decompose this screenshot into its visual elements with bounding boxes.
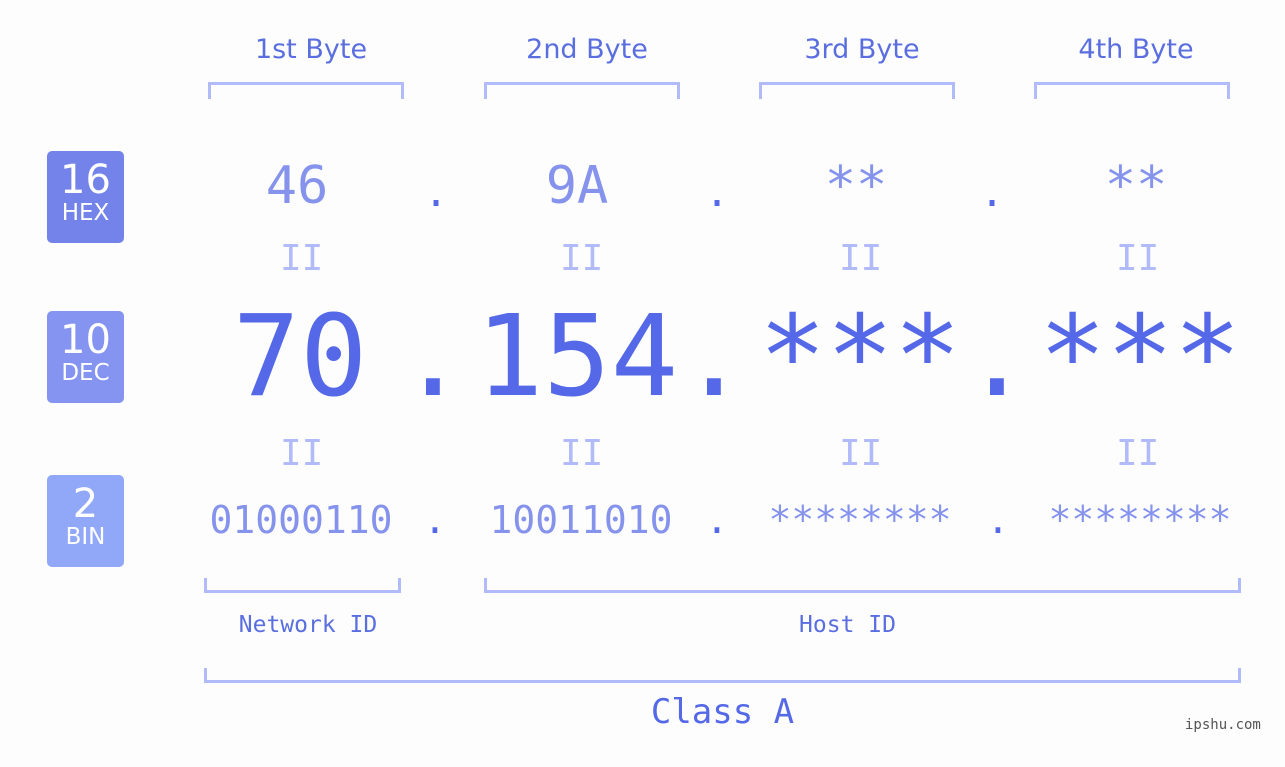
byte-header-3: 3rd Byte xyxy=(804,34,920,65)
hex-label: HEX xyxy=(61,200,110,226)
footer-watermark: ipshu.com xyxy=(1185,717,1261,733)
byte-bracket-4 xyxy=(1034,82,1230,99)
byte-header-2: 2nd Byte xyxy=(526,34,648,65)
equals-icon: II xyxy=(280,238,324,279)
host-id-label: Host ID xyxy=(799,612,896,638)
bin-byte-1: 01000110 xyxy=(209,498,393,542)
hex-base: 16 xyxy=(60,157,111,203)
equals-icon: II xyxy=(839,433,883,474)
equals-icon: II xyxy=(1116,433,1160,474)
equals-icon: II xyxy=(560,238,604,279)
network-id-label: Network ID xyxy=(238,612,378,638)
hex-separator-1: . xyxy=(423,170,449,216)
bin-byte-3: ******** xyxy=(768,498,952,542)
dec-byte-4: *** xyxy=(1038,292,1242,422)
bin-byte-4: ******** xyxy=(1048,498,1232,542)
equals-icon: II xyxy=(839,238,883,279)
bin-base: 2 xyxy=(72,481,99,527)
network-id-bracket xyxy=(204,578,401,593)
byte-bracket-2 xyxy=(484,82,680,99)
equals-icon: II xyxy=(280,433,324,474)
class-bracket xyxy=(204,668,1241,683)
dec-byte-3: *** xyxy=(758,292,962,422)
byte-bracket-3 xyxy=(759,82,955,99)
hex-separator-2: . xyxy=(704,170,730,216)
dec-label: DEC xyxy=(61,360,110,386)
bin-separator-2: . xyxy=(705,498,729,542)
dec-separator-1: . xyxy=(399,292,467,422)
equals-icon: II xyxy=(560,433,604,474)
bin-badge: 2 BIN xyxy=(47,475,124,567)
hex-separator-3: . xyxy=(979,170,1005,216)
byte-header-4: 4th Byte xyxy=(1078,34,1194,65)
bin-separator-1: . xyxy=(423,498,447,542)
host-id-bracket xyxy=(484,578,1241,593)
bin-label: BIN xyxy=(65,524,106,550)
dec-base: 10 xyxy=(60,317,111,363)
byte-bracket-1 xyxy=(208,82,404,99)
byte-header-1: 1st Byte xyxy=(254,34,368,65)
dec-badge: 10 DEC xyxy=(47,311,124,403)
hex-badge: 16 HEX xyxy=(47,151,124,243)
dec-byte-1: 70 xyxy=(232,292,368,422)
bin-separator-3: . xyxy=(986,498,1010,542)
equals-icon: II xyxy=(1116,238,1160,279)
class-label: Class A xyxy=(650,692,795,732)
dec-byte-2: 154 xyxy=(475,292,679,422)
bin-byte-2: 10011010 xyxy=(489,498,673,542)
dec-separator-2: . xyxy=(680,292,748,422)
dec-separator-3: . xyxy=(963,292,1031,422)
